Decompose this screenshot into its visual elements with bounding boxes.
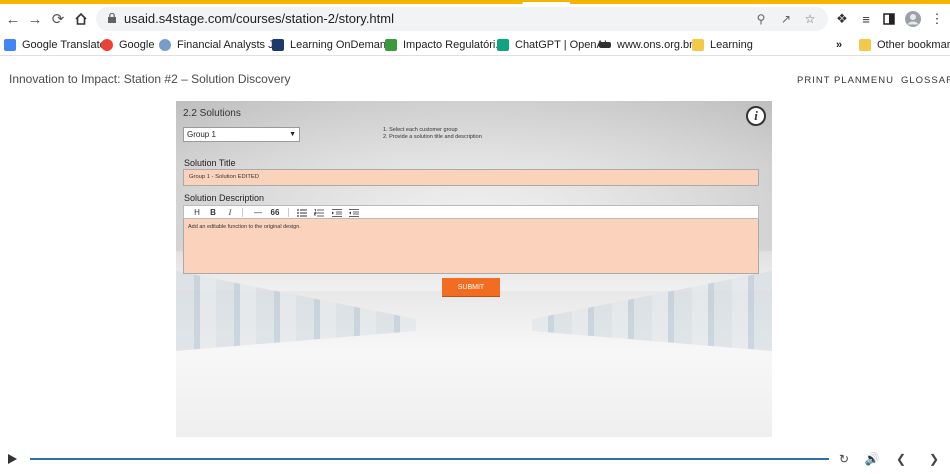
bookmark-label: Learning OnDemand [290, 39, 393, 51]
bookmark-item[interactable]: Financial Analysts J... [159, 37, 283, 53]
outdent-icon[interactable] [348, 207, 360, 218]
volume-icon[interactable]: 🔊 [865, 452, 880, 466]
google-translate-icon [4, 39, 16, 51]
solution-description-label: Solution Description [184, 193, 265, 203]
bookmark-label: Google [119, 39, 155, 51]
lock-icon [108, 13, 116, 23]
bookmark-item[interactable]: Google [101, 37, 154, 53]
bookmark-item[interactable]: ChatGPT | OpenAI [497, 37, 607, 53]
course-header: Innovation to Impact: Station #2 – Solut… [0, 56, 950, 102]
bookmark-item[interactable]: www.ons.org.br [599, 37, 693, 53]
learning-icon [272, 39, 284, 51]
url-text[interactable]: usaid.s4stage.com/courses/station-2/stor… [124, 11, 394, 26]
bookmarks-bar: Google Translate Google Financial Analys… [0, 34, 950, 56]
player-controls: ↻ 🔊 ❮ ❯ [0, 443, 950, 474]
glossary-link[interactable]: GLOSSARY [901, 75, 950, 86]
group-select-value: Group 1 [187, 130, 216, 139]
back-icon[interactable]: ← [4, 10, 22, 28]
other-bookmarks-label: Other bookmarks [877, 39, 950, 51]
bookmark-label: ChatGPT | OpenAI [515, 39, 607, 51]
address-bar[interactable]: usaid.s4stage.com/courses/station-2/stor… [96, 7, 828, 31]
browser-toolbar: ← → ⟳ usaid.s4stage.com/courses/station-… [0, 0, 950, 34]
side-panel-icon[interactable] [880, 10, 898, 28]
reading-list-icon[interactable]: ≡ [857, 10, 875, 28]
share-icon[interactable]: ↗ [779, 12, 793, 26]
play-icon[interactable] [6, 453, 18, 465]
previous-slide-icon[interactable]: ❮ [894, 452, 908, 466]
heading-button[interactable]: H [192, 207, 202, 218]
section-heading: 2.2 Solutions [183, 108, 241, 119]
page-load-indicator [0, 2, 950, 4]
quote-button[interactable]: 66 [269, 207, 281, 218]
bulleted-list-icon[interactable] [296, 207, 308, 218]
page-title: Innovation to Impact: Station #2 – Solut… [9, 72, 291, 86]
bookmark-item[interactable]: Learning [692, 37, 753, 53]
replay-icon[interactable]: ↻ [837, 452, 851, 466]
indent-icon[interactable] [331, 207, 343, 218]
bookmark-label: Impacto Regulatóri... [403, 39, 505, 51]
bookmark-item[interactable]: Impacto Regulatóri... [385, 37, 505, 53]
chevron-down-icon: ▼ [289, 131, 296, 138]
info-icon[interactable]: i [746, 106, 766, 126]
bookmarks-overflow-button[interactable]: » [836, 37, 842, 53]
reload-icon[interactable]: ⟳ [49, 10, 67, 28]
bookmark-label: Learning [710, 39, 753, 51]
extensions-icon[interactable]: ❖ [833, 10, 851, 28]
editor-toolbar: H B I — 66 [183, 205, 759, 219]
next-slide-icon[interactable]: ❯ [927, 452, 941, 466]
google-icon [101, 39, 113, 51]
toolbar-divider [288, 208, 289, 217]
bookmark-label: Financial Analysts J... [177, 39, 283, 51]
instructions: 1. Select each customer group 2. Provide… [383, 127, 482, 141]
submit-button[interactable]: SUBMIT [442, 278, 500, 297]
print-plan-link[interactable]: PRINT PLAN [797, 75, 863, 86]
solution-title-input[interactable]: Group 1 - Solution EDITED [183, 169, 759, 186]
ons-icon [599, 42, 611, 48]
menu-link[interactable]: MENU [862, 75, 894, 86]
home-icon[interactable] [72, 10, 90, 28]
slide-area: 2.2 Solutions i Group 1 ▼ 1. Select each… [176, 101, 772, 437]
folder-icon [859, 39, 871, 51]
forward-icon[interactable]: → [26, 10, 44, 28]
instruction-item: 2. Provide a solution title and descript… [383, 134, 482, 140]
other-bookmarks[interactable]: Other bookmarks [859, 37, 950, 53]
folder-icon [692, 39, 704, 51]
seek-bar[interactable] [30, 458, 829, 460]
italic-button[interactable]: I [225, 207, 235, 218]
solution-description-editor[interactable]: Add an editable function to the original… [183, 219, 759, 274]
horizontal-rule-button[interactable]: — [252, 207, 264, 218]
numbered-list-icon[interactable] [313, 207, 325, 218]
bookmark-label: www.ons.org.br [617, 39, 693, 51]
more-menu-icon[interactable]: ⋮ [928, 10, 946, 28]
toolbar-divider [242, 208, 243, 217]
bookmark-label: Google Translate [22, 39, 106, 51]
bookmark-star-icon[interactable]: ☆ [803, 12, 817, 26]
bold-button[interactable]: B [208, 207, 218, 218]
solution-title-label: Solution Title [184, 158, 236, 168]
profile-avatar[interactable] [904, 10, 922, 28]
globe-icon [159, 39, 171, 51]
instruction-item: 1. Select each customer group [383, 127, 458, 133]
flag-icon [385, 39, 397, 51]
openai-icon [497, 39, 509, 51]
bookmark-item[interactable]: Learning OnDemand [272, 37, 392, 53]
bookmark-item[interactable]: Google Translate [4, 37, 106, 53]
group-select[interactable]: Group 1 ▼ [183, 127, 300, 142]
zoom-icon[interactable]: ⚲ [754, 12, 768, 26]
